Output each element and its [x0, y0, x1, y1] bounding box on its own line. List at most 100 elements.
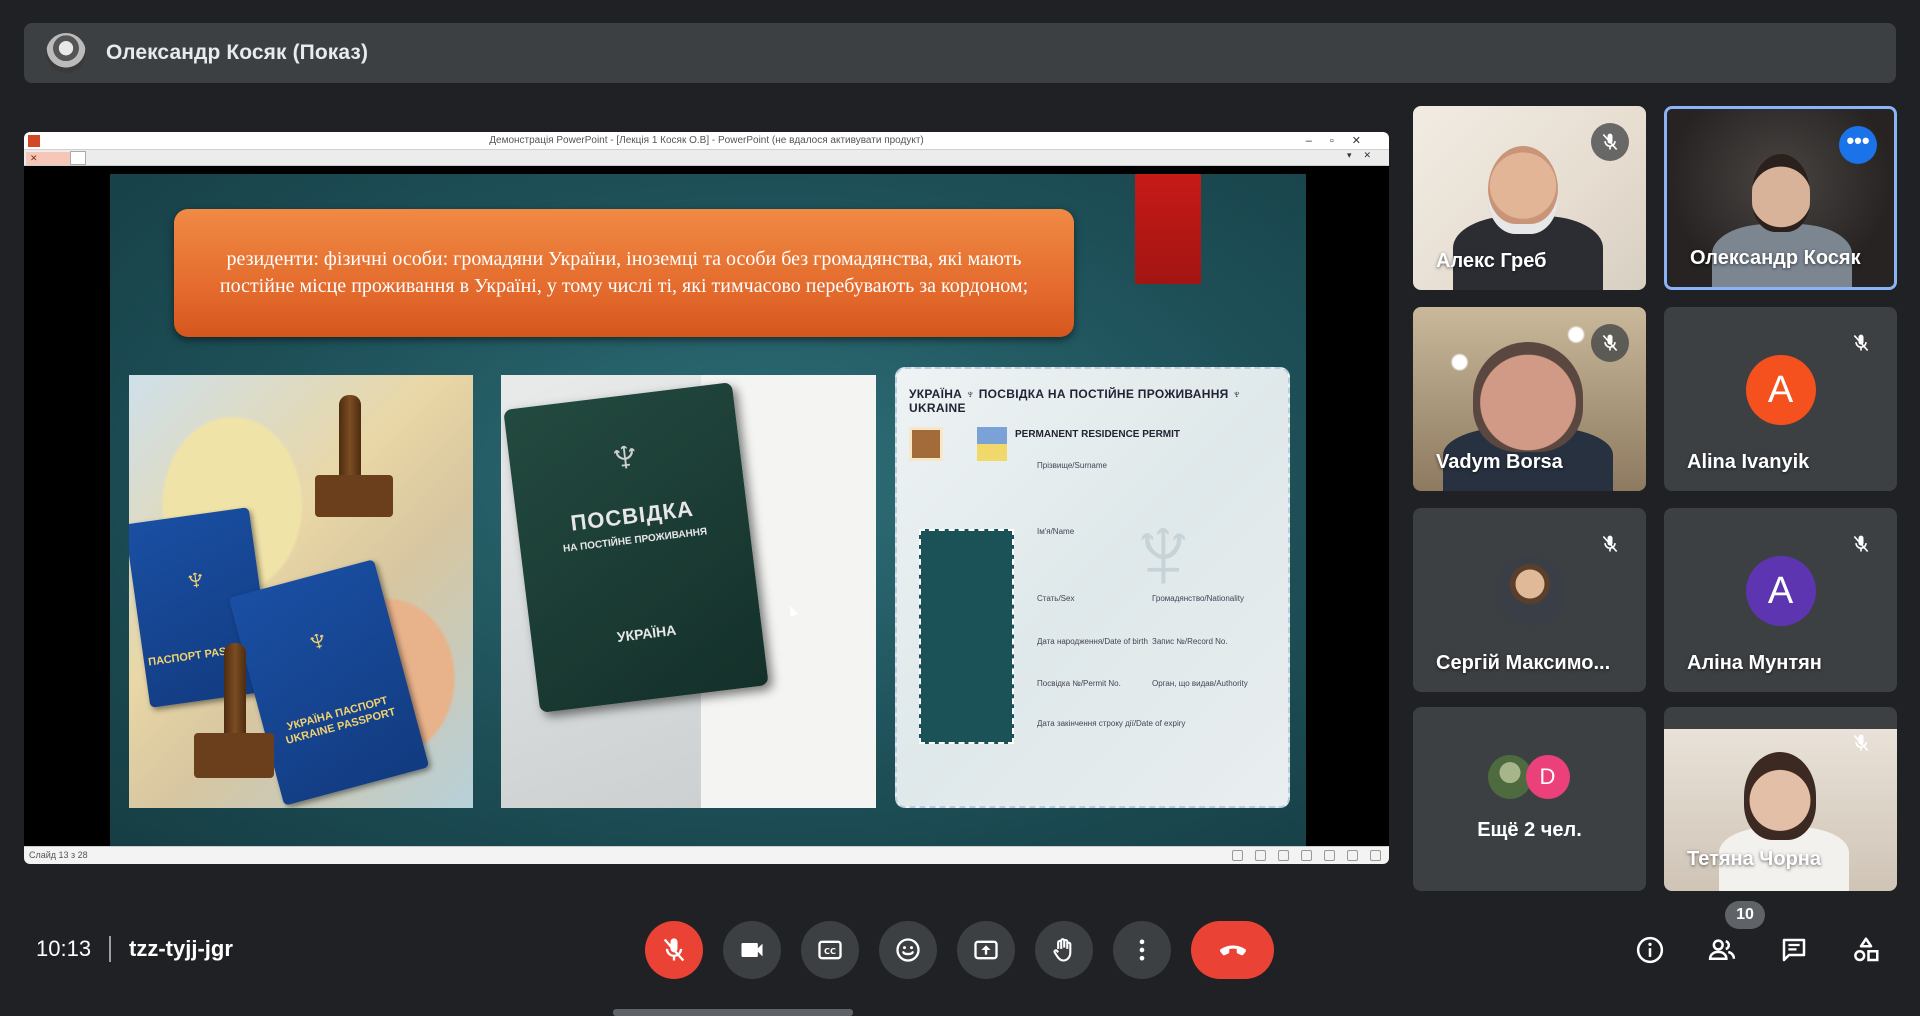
participant-name: Сергій Максимо... — [1436, 652, 1611, 674]
present-button[interactable] — [957, 921, 1015, 979]
chat-button[interactable] — [1774, 930, 1814, 970]
residence-booklet: ♆ ПОСВІДКА НА ПОСТІЙНЕ ПРОЖИВАННЯ УКРАЇН… — [503, 382, 769, 713]
presenter-avatar — [46, 33, 86, 73]
participant-face — [1752, 154, 1810, 232]
window-controls: –▫✕ — [1305, 135, 1379, 147]
presenter-label: Олександр Косяк (Показ) — [106, 41, 369, 64]
people-icon — [1708, 939, 1736, 960]
next-slide-icon — [1278, 850, 1289, 861]
reactions-button[interactable] — [879, 921, 937, 979]
captions-icon: CC — [818, 940, 842, 960]
slide-heading-text: резиденти: фізичні особи: громадяни Укра… — [219, 248, 1029, 297]
end-call-icon — [1219, 945, 1246, 956]
more-vert-icon — [1139, 939, 1145, 961]
powerpoint-status-bar: Слайд 13 з 28 — [24, 846, 1389, 864]
participant-avatar: D — [1525, 755, 1570, 799]
mic-off-icon — [1842, 525, 1880, 563]
slide-image-residence-booklet: ♆ ПОСВІДКА НА ПОСТІЙНЕ ПРОЖИВАННЯ УКРАЇН… — [501, 375, 876, 808]
powerpoint-icon — [28, 135, 40, 147]
more-participants-label: Ещё 2 чел. — [1477, 819, 1582, 841]
participant-name: Vadym Borsa — [1436, 451, 1563, 473]
meeting-code: tzz-tyjj-jgr — [129, 936, 233, 961]
hand-icon — [1053, 938, 1072, 962]
stamp-handle — [224, 643, 246, 738]
camera-toggle-button[interactable] — [723, 921, 781, 979]
card-field-nationality: Громадянство/Nationality — [1152, 594, 1244, 603]
menu-icon — [1255, 850, 1266, 861]
activities-icon — [1854, 937, 1879, 962]
card-photo — [919, 529, 1014, 744]
presenter-banner: Олександр Косяк (Показ) — [24, 23, 1896, 83]
svg-text:CC: CC — [824, 946, 836, 956]
card-field-name: Ім'я/Name — [1037, 527, 1075, 536]
booklet-country: УКРАЇНА — [616, 621, 678, 645]
participant-avatar: A — [1745, 556, 1816, 626]
participant-tile[interactable]: Vadym Borsa — [1413, 307, 1646, 491]
powerpoint-tab-bar: ✕ ▾✕ — [24, 150, 1389, 166]
leave-call-button[interactable] — [1191, 921, 1274, 979]
participant-name: Тетяна Чорна — [1687, 848, 1821, 870]
participant-tile-active[interactable]: ••• Олександр Косяк — [1664, 106, 1897, 290]
participant-name: Аліна Мунтян — [1687, 652, 1822, 674]
mic-off-icon — [1591, 525, 1629, 563]
mic-off-icon — [1842, 724, 1880, 762]
powerpoint-window-title: Демонстрація PowerPoint - [Лекція 1 Кося… — [489, 135, 924, 146]
card-field-dob: Дата народження/Date of birth — [1037, 637, 1148, 646]
presentation-slide: резиденти: фізичні особи: громадяни Укра… — [110, 174, 1306, 846]
reading-view-icon — [1347, 850, 1358, 861]
more-options-button[interactable] — [1113, 921, 1171, 979]
raise-hand-button[interactable] — [1035, 921, 1093, 979]
more-participants-tile[interactable]: D Ещё 2 чел. — [1413, 707, 1646, 891]
participant-count-badge: 10 — [1725, 901, 1765, 929]
participant-face — [1488, 146, 1558, 234]
present-screen-icon — [974, 940, 998, 960]
scrollbar-thumb[interactable] — [613, 1009, 853, 1016]
participant-tile[interactable]: A Аліна Мунтян — [1664, 508, 1897, 692]
camera-icon — [741, 943, 763, 957]
card-field-sex: Стать/Sex — [1037, 594, 1075, 603]
slide-heading-box: резиденти: фізичні особи: громадяни Укра… — [174, 209, 1074, 337]
participant-name: Алекс Греб — [1436, 250, 1547, 272]
powerpoint-tab-blank — [70, 151, 86, 165]
activities-button[interactable] — [1846, 930, 1886, 970]
participant-face — [1744, 752, 1816, 840]
slide-image-passports: ♆ ПАСПОРТ PASSPORT ♆ УКРАЇНА ПАСПОРТ UKR… — [129, 375, 473, 808]
mic-off-icon — [1842, 324, 1880, 362]
captions-button[interactable]: CC — [801, 921, 859, 979]
card-subheader: PERMANENT RESIDENCE PERMIT — [1015, 429, 1181, 440]
mic-toggle-button[interactable] — [645, 921, 703, 979]
card-chip — [909, 427, 943, 461]
meeting-details-button[interactable] — [1630, 930, 1670, 970]
mic-off-icon — [1591, 123, 1629, 161]
trident-icon: ♆ — [300, 618, 335, 663]
participant-name: Alina Ivanyik — [1687, 451, 1810, 473]
mic-off-icon — [1591, 324, 1629, 362]
tab-controls: ▾✕ — [1346, 150, 1383, 160]
slide-counter: Слайд 13 з 28 — [29, 850, 88, 860]
info-icon — [1636, 936, 1664, 964]
powerpoint-title-bar: Демонстрація PowerPoint - [Лекція 1 Кося… — [24, 132, 1389, 150]
meeting-time: 10:13 — [36, 936, 92, 961]
slide-image-residence-card: УКРАЇНА ♆ ПОСВІДКА НА ПОСТІЙНЕ ПРОЖИВАНН… — [895, 367, 1290, 808]
participant-tile[interactable]: Тетяна Чорна — [1664, 707, 1897, 891]
bottom-divider — [109, 936, 111, 962]
participant-avatar — [1487, 755, 1532, 799]
emoji-icon — [896, 938, 920, 962]
slide-red-accent — [1135, 174, 1201, 284]
participant-tile[interactable]: Алекс Греб — [1413, 106, 1646, 290]
stamp — [315, 475, 393, 517]
stamp-handle — [339, 395, 361, 480]
more-options-button[interactable]: ••• — [1839, 126, 1877, 164]
participant-tile[interactable]: Сергій Максимо... — [1413, 508, 1646, 692]
people-button[interactable] — [1702, 930, 1742, 970]
trident-icon: ♆ — [601, 424, 648, 487]
card-flag — [977, 427, 1007, 461]
normal-view-icon — [1301, 850, 1312, 861]
shared-screen[interactable]: Демонстрація PowerPoint - [Лекція 1 Кося… — [24, 132, 1389, 864]
card-field-permit: Посвідка №/Permit No. — [1037, 679, 1121, 688]
more-participants-avatars: D — [1487, 755, 1570, 799]
participant-tile[interactable]: A Alina Ivanyik — [1664, 307, 1897, 491]
mic-off-icon — [663, 938, 685, 962]
stamp — [194, 733, 274, 778]
participant-avatar: A — [1745, 355, 1816, 425]
